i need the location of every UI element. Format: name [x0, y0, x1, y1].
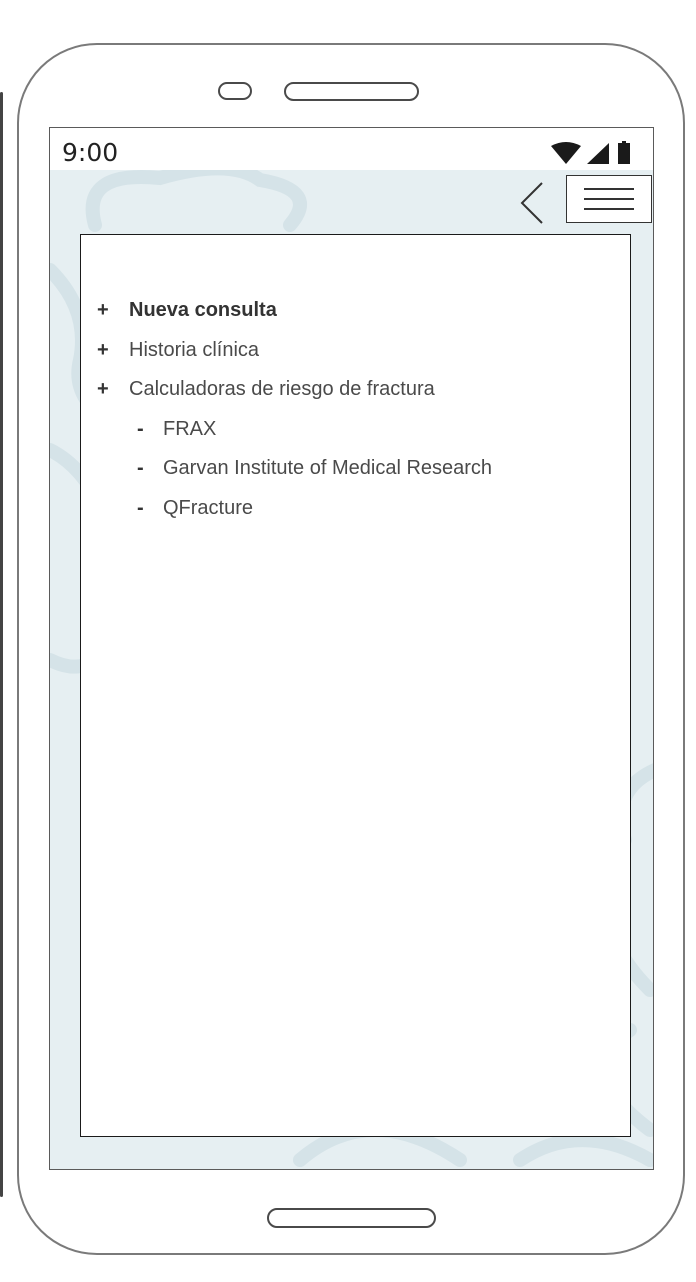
menu-item-label: Historia clínica [129, 338, 260, 361]
submenu-item-label: QFracture [163, 496, 254, 519]
menu-bullet: + [97, 338, 109, 361]
back-button[interactable] [518, 181, 548, 225]
status-bar: 9:00 [50, 128, 653, 170]
hamburger-menu-icon-bar [584, 198, 634, 200]
menu-item-calculadoras[interactable]: + Calculadoras de riesgo de fractura [97, 370, 492, 410]
left-edge-divider [0, 92, 3, 1197]
submenu-item-label: FRAX [163, 417, 217, 440]
menu-item-nueva-consulta[interactable]: + Nueva consulta [97, 291, 492, 331]
menu-bullet: + [97, 299, 109, 322]
submenu-item-garvan[interactable]: - Garvan Institute of Medical Research [97, 449, 492, 489]
battery-icon [618, 141, 630, 164]
phone-screen: 9:00 + Nueva consulta + Historia clínica… [49, 127, 654, 1170]
menu-list: + Nueva consulta + Historia clínica + Ca… [97, 291, 492, 528]
submenu-bullet: - [137, 417, 144, 440]
signal-icon [587, 143, 609, 164]
status-icons [551, 140, 645, 166]
hamburger-menu-icon-bar [584, 208, 634, 210]
wifi-icon [551, 142, 581, 164]
hamburger-menu-icon [584, 188, 634, 190]
submenu-bullet: - [137, 496, 144, 519]
menu-bullet: + [97, 378, 109, 401]
home-button[interactable] [267, 1208, 436, 1228]
menu-item-label: Nueva consulta [129, 299, 277, 322]
menu-item-label: Calculadoras de riesgo de fractura [129, 378, 435, 401]
front-camera [218, 82, 252, 100]
submenu-item-label: Garvan Institute of Medical Research [163, 457, 493, 480]
chevron-left-icon [520, 182, 543, 224]
menu-panel: + Nueva consulta + Historia clínica + Ca… [80, 234, 631, 1137]
earpiece-speaker [284, 82, 419, 101]
submenu-bullet: - [137, 457, 144, 480]
hamburger-menu-button[interactable] [566, 175, 652, 223]
submenu-item-frax[interactable]: - FRAX [97, 410, 492, 450]
menu-item-historia-clinica[interactable]: + Historia clínica [97, 331, 492, 371]
submenu-item-qfracture[interactable]: - QFracture [97, 489, 492, 529]
status-time: 9:00 [62, 138, 119, 167]
